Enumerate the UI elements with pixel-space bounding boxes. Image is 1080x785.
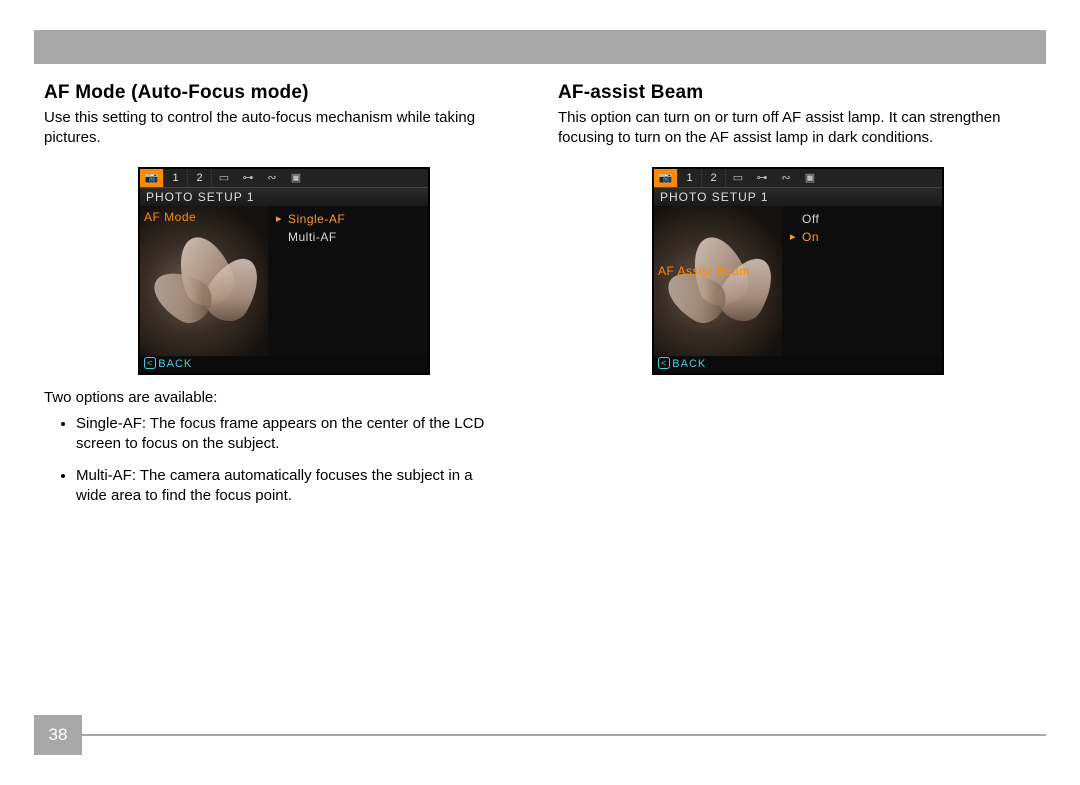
lcd-tab-icon: ▣ <box>284 169 308 187</box>
lcd-option-list: Off On <box>782 206 942 356</box>
lcd-tab-camera-icon: 📷 <box>654 169 678 187</box>
lcd-footer: <BACK <box>140 356 428 373</box>
lcd-tab-icon: ⊶ <box>236 169 260 187</box>
header-band <box>34 30 1046 64</box>
lcd-option-off: Off <box>786 210 942 228</box>
lcd-tabs: 📷 1 2 ▭ ⊶ ∾ ▣ <box>654 169 942 188</box>
lcd-tab-camera-icon: 📷 <box>140 169 164 187</box>
lcd-screenshot-af-assist: 📷 1 2 ▭ ⊶ ∾ ▣ PHOTO SETUP 1 <box>652 167 1036 375</box>
heading-af-mode: AF Mode (Auto-Focus mode) <box>44 82 522 104</box>
heading-af-assist-beam: AF-assist Beam <box>558 82 1036 104</box>
lcd-option-multi-af: Multi-AF <box>272 228 428 246</box>
option-multi-af: Multi-AF: The camera automatically focus… <box>76 466 522 507</box>
lcd-footer: <BACK <box>654 356 942 373</box>
lcd-tab-icon: ▣ <box>798 169 822 187</box>
page-number: 38 <box>34 715 82 755</box>
desc-af-assist-beam: This option can turn on or turn off AF a… <box>558 108 1036 149</box>
lcd-body: AF Mode Single-AF Multi-AF <box>140 206 428 356</box>
footer-rule <box>82 734 1046 736</box>
lcd-tab-icon: ⊶ <box>750 169 774 187</box>
lcd-screenshot-af-mode: 📷 1 2 ▭ ⊶ ∾ ▣ PHOTO SETUP 1 <box>138 167 522 375</box>
lcd-back-label: BACK <box>158 358 192 370</box>
desc-af-mode: Use this setting to control the auto-foc… <box>44 108 522 149</box>
lcd-tab-icon: ∾ <box>774 169 798 187</box>
column-af-mode: AF Mode (Auto-Focus mode) Use this setti… <box>44 82 522 519</box>
lcd-frame: 📷 1 2 ▭ ⊶ ∾ ▣ PHOTO SETUP 1 <box>652 167 944 375</box>
lcd-tab-1: 1 <box>678 169 702 187</box>
lcd-option-on: On <box>786 228 942 246</box>
options-intro: Two options are available: <box>44 389 522 406</box>
lcd-selected-item: AF Mode <box>144 210 196 224</box>
lcd-back-label: BACK <box>672 358 706 370</box>
lcd-section-title: PHOTO SETUP 1 <box>140 188 428 206</box>
lcd-tab-icon: ∾ <box>260 169 284 187</box>
lcd-tab-icon: ▭ <box>212 169 236 187</box>
back-key-icon: < <box>658 357 670 369</box>
column-af-assist-beam: AF-assist Beam This option can turn on o… <box>558 82 1036 519</box>
content-columns: AF Mode (Auto-Focus mode) Use this setti… <box>44 82 1036 519</box>
lcd-tabs: 📷 1 2 ▭ ⊶ ∾ ▣ <box>140 169 428 188</box>
lcd-body: AF Assist Beam Off On <box>654 206 942 356</box>
lcd-selected-item: AF Assist Beam <box>658 264 750 278</box>
lcd-preview-image: AF Mode <box>140 206 268 356</box>
lcd-preview-image: AF Assist Beam <box>654 206 782 356</box>
option-single-af: Single-AF: The focus frame appears on th… <box>76 414 522 455</box>
lcd-tab-icon: ▭ <box>726 169 750 187</box>
lcd-frame: 📷 1 2 ▭ ⊶ ∾ ▣ PHOTO SETUP 1 <box>138 167 430 375</box>
lcd-tab-2: 2 <box>702 169 726 187</box>
back-key-icon: < <box>144 357 156 369</box>
document-page: AF Mode (Auto-Focus mode) Use this setti… <box>0 0 1080 785</box>
options-list: Single-AF: The focus frame appears on th… <box>44 414 522 507</box>
lcd-tab-1: 1 <box>164 169 188 187</box>
lcd-tab-2: 2 <box>188 169 212 187</box>
lcd-option-single-af: Single-AF <box>272 210 428 228</box>
lcd-section-title: PHOTO SETUP 1 <box>654 188 942 206</box>
lcd-option-list: Single-AF Multi-AF <box>268 206 428 356</box>
